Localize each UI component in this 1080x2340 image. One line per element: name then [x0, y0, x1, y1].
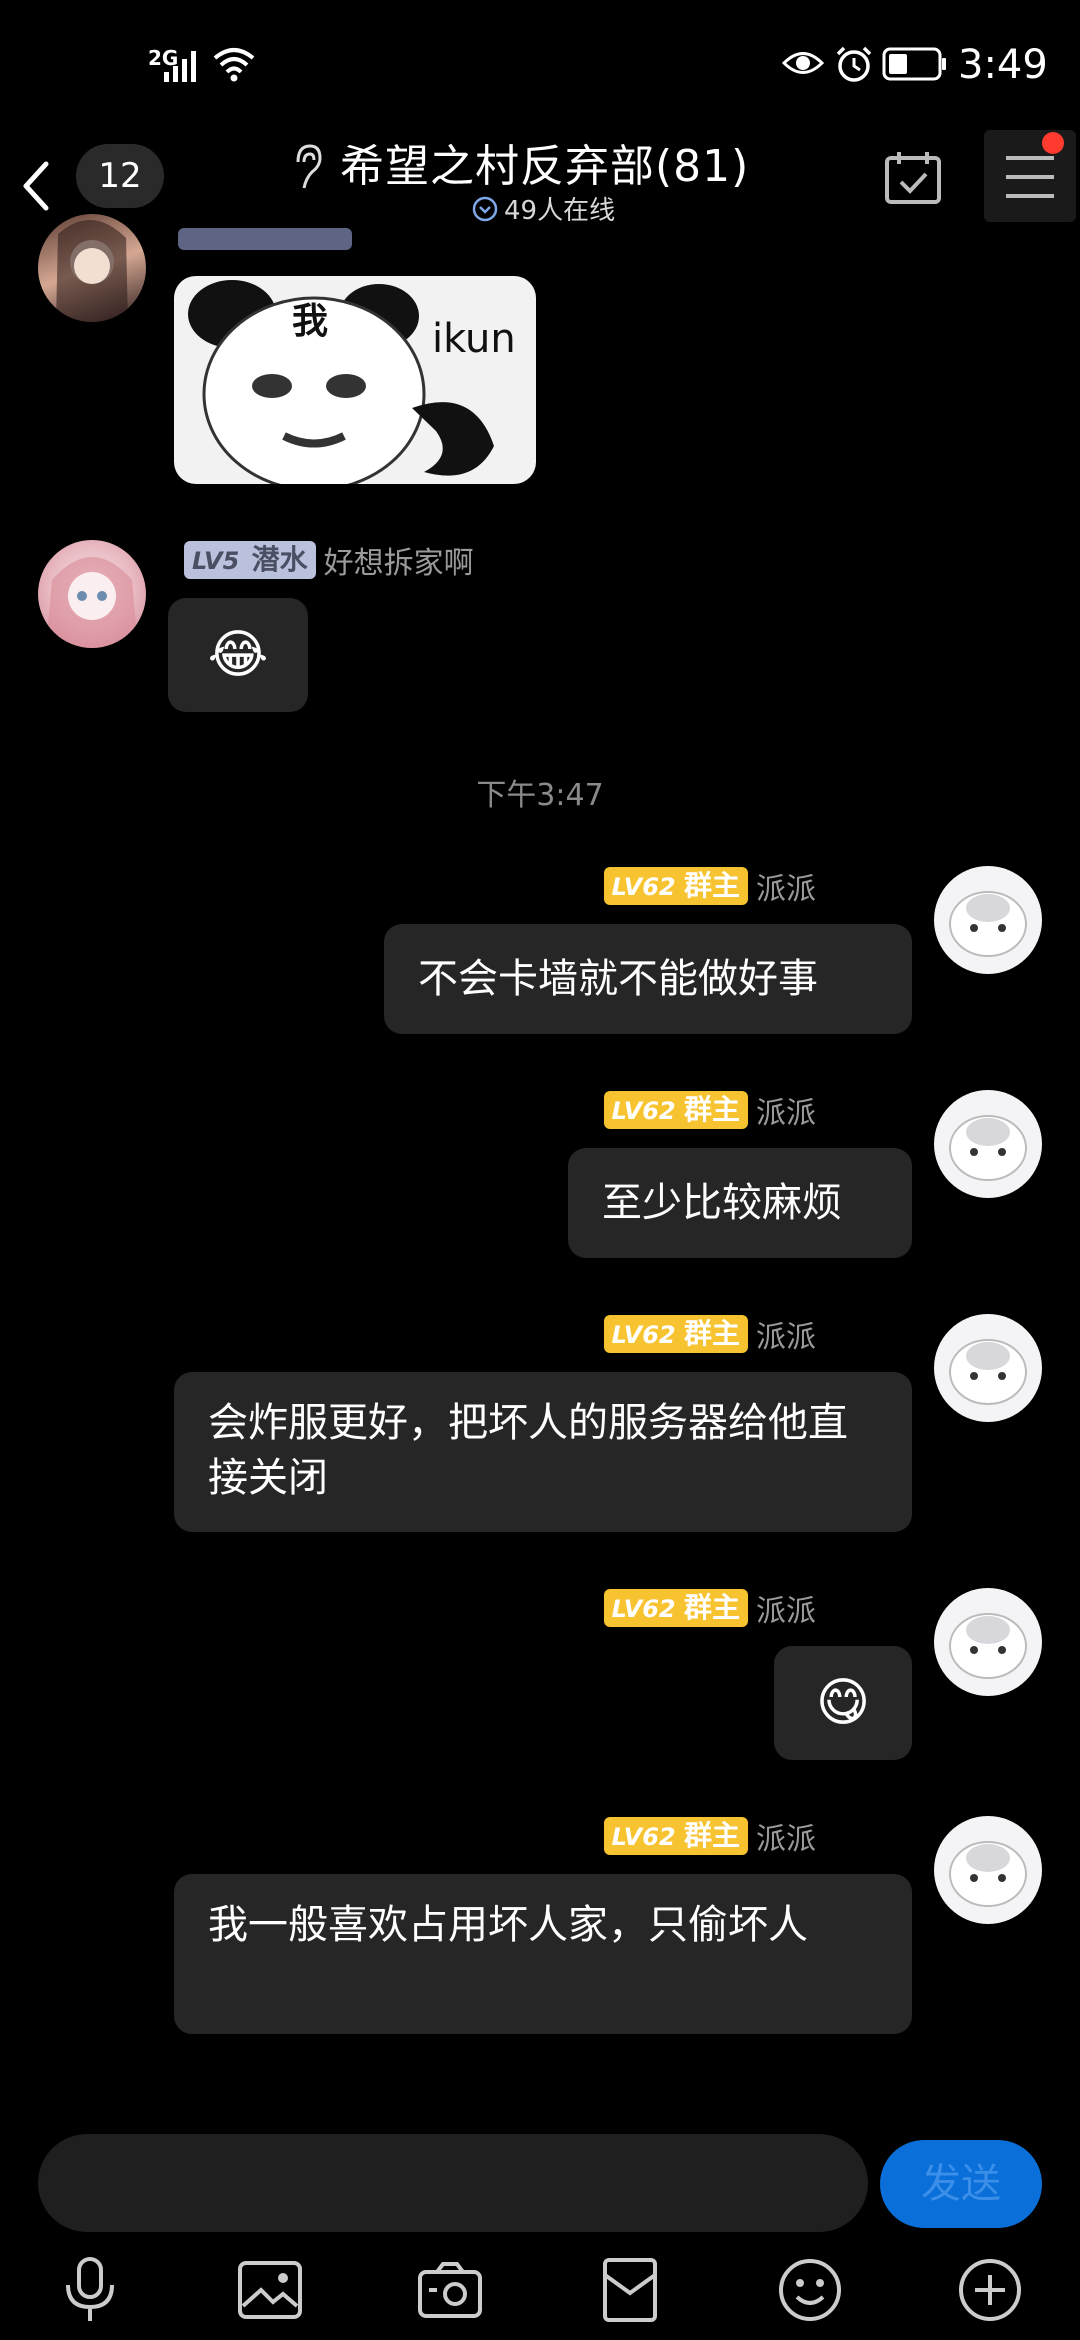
my-avatar[interactable]	[934, 1588, 1042, 1696]
battery-icon	[882, 47, 946, 81]
sender-nickname: 派派	[756, 1096, 816, 1131]
hamster-avatar-icon	[949, 1339, 1027, 1405]
sender-nickname: 派派	[756, 1822, 816, 1857]
sender-info: LV5 潜水 好想拆家啊	[184, 538, 474, 582]
ear-icon	[296, 144, 322, 189]
avatar[interactable]	[38, 540, 146, 648]
owner-badge: LV62 群主	[603, 1589, 748, 1627]
sticker-text: ikun	[432, 316, 516, 362]
sender-info: LV62 群主 派派	[603, 1088, 816, 1132]
avatar[interactable]	[38, 214, 146, 322]
status-bar: 2G 3:49	[0, 0, 1080, 130]
red-packet-icon[interactable]	[590, 2250, 670, 2330]
sender-nickname: 派派	[756, 1594, 816, 1629]
sender-info: LV62 群主 派派	[603, 1312, 816, 1356]
sender-nickname: 派派	[756, 1320, 816, 1355]
message-input[interactable]	[38, 2134, 868, 2232]
chevron-left-icon	[23, 161, 49, 211]
badge-level: LV62	[611, 1321, 676, 1349]
badge-title: 群主	[683, 1819, 740, 1852]
my-avatar[interactable]	[934, 1314, 1042, 1422]
user-avatar-icon	[56, 219, 128, 322]
sender-nickname: 好想拆家啊	[323, 546, 474, 581]
my-avatar[interactable]	[934, 866, 1042, 974]
group-title[interactable]: 希望之村反弃部(81)	[340, 130, 749, 194]
sticker-image[interactable]: 我 ikun	[174, 276, 536, 484]
group-calendar-button[interactable]	[884, 150, 942, 210]
hamburger-icon	[1006, 156, 1054, 198]
wifi-icon	[213, 48, 255, 82]
message-bubble[interactable]: 😋	[774, 1646, 912, 1760]
unread-count-badge[interactable]: 12	[76, 144, 164, 208]
my-avatar[interactable]	[934, 1090, 1042, 1198]
badge-level: LV62	[611, 1823, 676, 1851]
calendar-check-icon	[885, 152, 941, 204]
menu-button[interactable]	[984, 130, 1076, 222]
chat-header: 12 希望之村反弃部(81) 49人在线	[0, 130, 1080, 240]
clock: 3:49	[958, 42, 1048, 88]
owner-badge: LV62 群主	[603, 1817, 748, 1855]
badge-title: 群主	[683, 1317, 740, 1350]
message-bubble[interactable]: 我一般喜欢占用坏人家，只偷坏人	[174, 1874, 912, 2034]
emoji-icon[interactable]	[770, 2250, 850, 2330]
sticker-char: 我	[292, 301, 329, 342]
badge-level: LV62	[611, 873, 676, 901]
member-badge: LV5 潜水	[184, 541, 316, 579]
sender-info: LV62 群主 派派	[603, 1814, 816, 1858]
eye-icon	[782, 52, 824, 74]
badge-level: LV62	[611, 1595, 676, 1623]
sender-info: LV62 群主 派派	[603, 1586, 816, 1630]
notification-dot	[1042, 132, 1064, 154]
badge-title: 潜水	[251, 543, 308, 576]
message-bubble[interactable]: 😂	[168, 598, 308, 712]
owner-badge: LV62 群主	[603, 1091, 748, 1129]
panda-sticker	[188, 280, 494, 484]
badge-title: 群主	[683, 1591, 740, 1624]
badge-title: 群主	[683, 869, 740, 902]
message-bubble[interactable]: 会炸服更好，把坏人的服务器给他直接关闭	[174, 1372, 912, 1532]
badge-title: 群主	[683, 1093, 740, 1126]
time-separator: 下午3:47	[476, 778, 604, 813]
microphone-icon[interactable]	[50, 2250, 130, 2330]
message-bubble[interactable]: 不会卡墙就不能做好事	[384, 924, 912, 1034]
online-count: 49人在线	[504, 196, 616, 226]
signal-icon	[164, 51, 196, 82]
badge-level: LV62	[611, 1097, 676, 1125]
user-avatar-icon	[46, 557, 138, 648]
hamster-avatar-icon	[949, 1115, 1027, 1181]
owner-badge: LV62 群主	[603, 867, 748, 905]
hamster-avatar-icon	[949, 1613, 1027, 1679]
send-button[interactable]: 发送	[880, 2140, 1042, 2228]
online-chevron-icon	[472, 196, 498, 222]
sender-nickname: 派派	[756, 872, 816, 907]
alarm-icon	[836, 46, 872, 82]
hamster-avatar-icon	[949, 891, 1027, 957]
camera-icon[interactable]	[410, 2250, 490, 2330]
back-button[interactable]	[12, 150, 62, 220]
plus-icon[interactable]	[950, 2250, 1030, 2330]
badge-level: LV5	[192, 547, 240, 575]
owner-badge: LV62 群主	[603, 1315, 748, 1353]
my-avatar[interactable]	[934, 1816, 1042, 1924]
hamster-avatar-icon	[949, 1841, 1027, 1907]
image-icon[interactable]	[230, 2250, 310, 2330]
message-bubble[interactable]: 至少比较麻烦	[568, 1148, 912, 1258]
sender-info: LV62 群主 派派	[603, 864, 816, 908]
badge-member	[178, 228, 352, 250]
